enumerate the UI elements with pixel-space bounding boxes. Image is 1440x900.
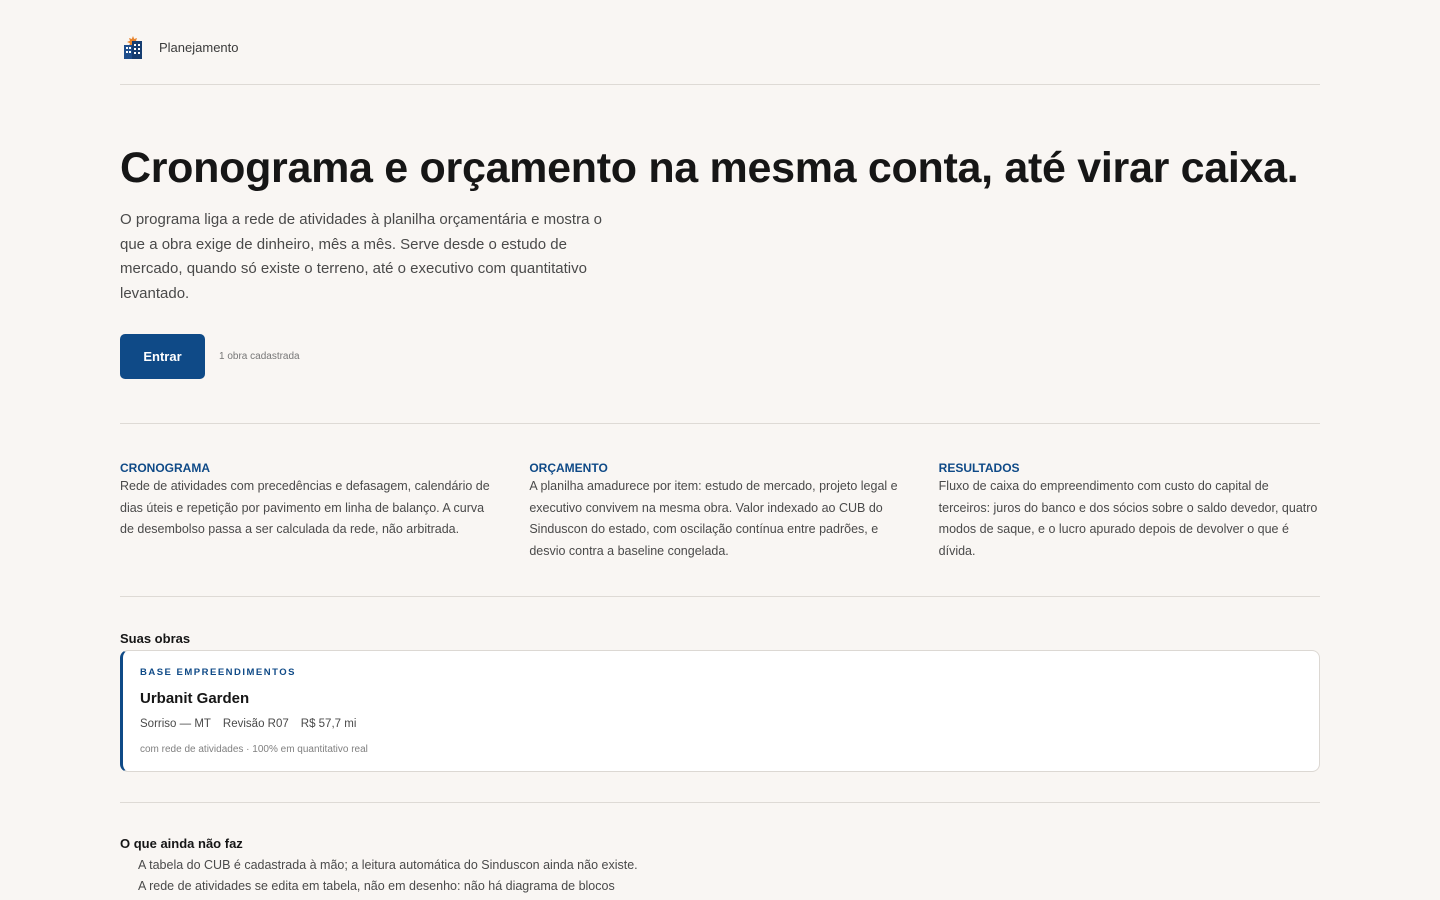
feature-cronograma: CRONOGRAMA Rede de atividades com preced… [120,460,501,562]
obra-name: Urbanit Garden [140,690,250,707]
obra-footnote: com rede de atividades · 100% em quantit… [140,744,368,755]
obras-section-title: Suas obras [120,631,191,646]
feature-title: RESULTADOS [938,461,1020,475]
top-bar: Planejamento [120,0,1320,85]
obra-card[interactable]: BASE EMPREENDIMENTOS Urbanit Garden Sorr… [120,650,1320,772]
feature-title: CRONOGRAMA [120,461,210,475]
enter-button[interactable]: Entrar [120,334,205,379]
obra-revision: Revisão R07 [222,718,289,730]
feature-text: Fluxo de caixa do empreendimento com cus… [938,479,1318,558]
cta-row: Entrar 1 obra cadastrada [120,334,1320,379]
limits-section: O que ainda não faz A tabela do CUB é ca… [120,803,1320,897]
obra-company: BASE EMPREENDIMENTOS [140,667,296,678]
feature-orcamento: ORÇAMENTO A planilha amadurece por item:… [529,460,910,562]
limits-list: A tabela do CUB é cadastrada à mão; a le… [120,855,1320,897]
obras-section: Suas obras BASE EMPREENDIMENTOS Urbanit … [120,597,1320,803]
features-section: CRONOGRAMA Rede de atividades com preced… [120,424,1320,597]
hero-section: Cronograma e orçamento na mesma conta, a… [120,85,1320,424]
page: Planejamento Cronograma e orçamento na m… [0,0,1440,900]
obra-value: R$ 57,7 mi [300,718,357,730]
building-logo-icon[interactable] [120,34,146,60]
feature-title: ORÇAMENTO [529,461,608,475]
obra-meta: Sorriso — MT Revisão R07 R$ 57,7 mi [140,717,1302,731]
feature-text: Rede de atividades com precedências e de… [120,479,490,536]
feature-text: A planilha amadurece por item: estudo de… [529,479,898,558]
obra-location: Sorriso — MT [140,718,211,730]
brand-name[interactable]: Planejamento [159,40,239,55]
list-item: A tabela do CUB é cadastrada à mão; a le… [138,858,638,872]
hero-title: Cronograma e orçamento na mesma conta, a… [120,144,1299,192]
hero-description: O programa liga a rede de atividades à p… [120,211,602,302]
list-item: A rede de atividades se edita em tabela,… [138,879,615,893]
obras-count-note: 1 obra cadastrada [219,351,300,362]
limits-section-title: O que ainda não faz [120,836,243,851]
feature-resultados: RESULTADOS Fluxo de caixa do empreendime… [939,460,1320,562]
